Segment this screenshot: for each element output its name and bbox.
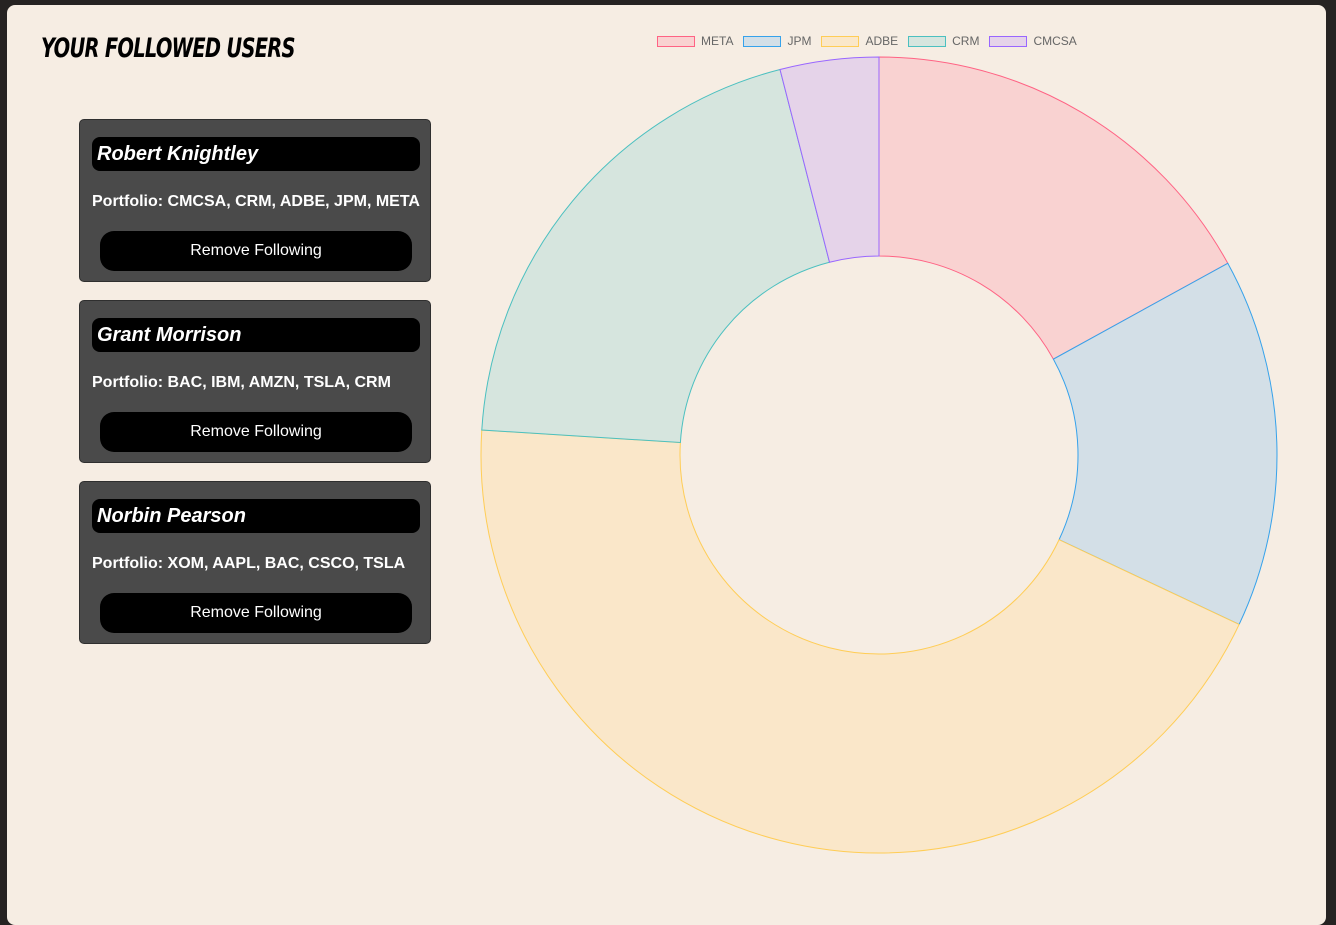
portfolio-doughnut-chart xyxy=(480,56,1278,854)
chart-slice-crm[interactable] xyxy=(481,68,831,444)
